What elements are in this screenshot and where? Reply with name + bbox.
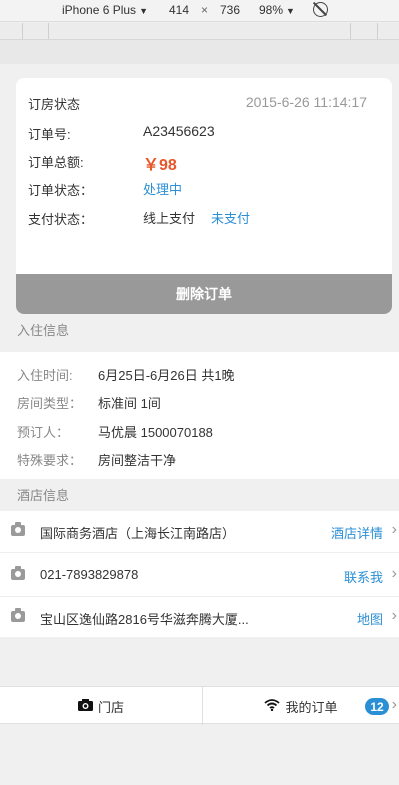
order-total-label: 订单总额: xyxy=(28,155,84,170)
camera-icon xyxy=(11,566,25,580)
dropdown-arrow-icon: ▼ xyxy=(286,6,295,16)
ruler-mark xyxy=(22,23,23,39)
checkin-time-value: 6月25日-6月26日 共1晚 xyxy=(98,368,235,383)
booker-label: 预订人： xyxy=(17,425,70,440)
tab-store-label: 门店 xyxy=(97,699,124,715)
rotate-disabled-icon[interactable] xyxy=(313,2,328,17)
order-number-label: 订单号: xyxy=(28,127,71,142)
device-selector[interactable]: iPhone 6 Plus ▼ xyxy=(62,3,148,17)
ruler-mark xyxy=(350,23,351,39)
device-name: iPhone 6 Plus xyxy=(62,3,137,17)
hotel-panel: 国际商务酒店（上海长江南路店） 酒店详情 › 021-7893829878 联系… xyxy=(0,511,399,637)
hotel-phone: 021-7893829878 xyxy=(40,567,139,582)
page-top-gap xyxy=(0,40,399,64)
order-card-title: 订房状态 xyxy=(28,97,81,112)
room-type-label: 房间类型： xyxy=(17,396,83,411)
hotel-phone-row[interactable]: 021-7893829878 联系我 › xyxy=(0,555,399,597)
checkin-section-title: 入住信息 xyxy=(0,315,399,347)
media-query-ruler xyxy=(0,23,399,40)
order-status-label: 订单状态： xyxy=(28,183,94,198)
dropdown-arrow-icon: ▼ xyxy=(139,6,148,16)
order-status: 处理中 xyxy=(143,182,183,197)
booker-value: 马优晨 1500070188 xyxy=(98,425,213,440)
viewport-width[interactable]: 414 xyxy=(169,3,189,17)
devtools-toolbar: iPhone 6 Plus ▼ 414 × 736 98% ▼ xyxy=(0,0,399,22)
viewport-height[interactable]: 736 xyxy=(220,3,240,17)
pay-status-label: 支付状态： xyxy=(28,212,94,227)
order-datetime: 2015-6-26 11:14:17 xyxy=(245,94,367,110)
order-number: A23456623 xyxy=(143,123,215,139)
chevron-right-icon: › xyxy=(391,565,397,582)
chevron-right-icon: › xyxy=(391,607,397,624)
hotel-address-row[interactable]: 宝山区逸仙路2816号华滋奔腾大厦... 地图 › xyxy=(0,597,399,639)
pay-status: 未支付 xyxy=(211,211,251,226)
room-type-value: 标准间 1间 xyxy=(98,396,161,411)
hotel-section-title: 酒店信息 xyxy=(0,480,399,512)
ruler-mark xyxy=(48,23,49,39)
ruler-mark xyxy=(377,23,378,39)
orders-count-badge: 12 xyxy=(365,698,389,715)
hotel-name-row[interactable]: 国际商务酒店（上海长江南路店） 酒店详情 › xyxy=(0,511,399,553)
hotel-name: 国际商务酒店（上海长江南路店） xyxy=(40,526,236,541)
camera-icon xyxy=(11,522,25,536)
tab-my-orders-label: 我的订单 xyxy=(285,699,338,715)
bottom-tab-bar: 门店 我的订单 12 › xyxy=(0,686,399,725)
map-link[interactable]: 地图 xyxy=(357,609,383,628)
tab-store[interactable]: 门店 xyxy=(0,687,203,725)
dimension-separator: × xyxy=(201,3,209,17)
camera-icon xyxy=(11,608,25,622)
special-request-value: 房间整洁干净 xyxy=(98,453,177,468)
tab-my-orders[interactable]: 我的订单 12 xyxy=(203,687,399,725)
contact-link[interactable]: 联系我 xyxy=(344,567,383,586)
zoom-selector[interactable]: 98% ▼ xyxy=(259,3,295,17)
hotel-address: 宝山区逸仙路2816号华滋奔腾大厦... xyxy=(40,612,249,627)
wifi-icon xyxy=(264,698,281,714)
chevron-right-icon: › xyxy=(391,696,397,713)
order-total: ￥98 xyxy=(143,157,177,174)
hotel-detail-link[interactable]: 酒店详情 xyxy=(331,523,383,542)
special-request-label: 特殊要求： xyxy=(17,453,83,468)
zoom-value: 98% xyxy=(259,3,284,17)
delete-order-button[interactable]: 删除订单 xyxy=(16,274,392,314)
order-card: 订房状态 2015-6-26 11:14:17 订单号: A23456623 订… xyxy=(16,78,392,314)
checkin-panel: 入住时间: 6月25日-6月26日 共1晚 房间类型： 标准间 1间 预订人： … xyxy=(0,352,399,479)
chevron-right-icon: › xyxy=(391,521,397,538)
checkin-time-label: 入住时间: xyxy=(17,368,73,383)
camera-icon xyxy=(77,698,93,714)
pay-method: 线上支付 xyxy=(143,211,196,226)
